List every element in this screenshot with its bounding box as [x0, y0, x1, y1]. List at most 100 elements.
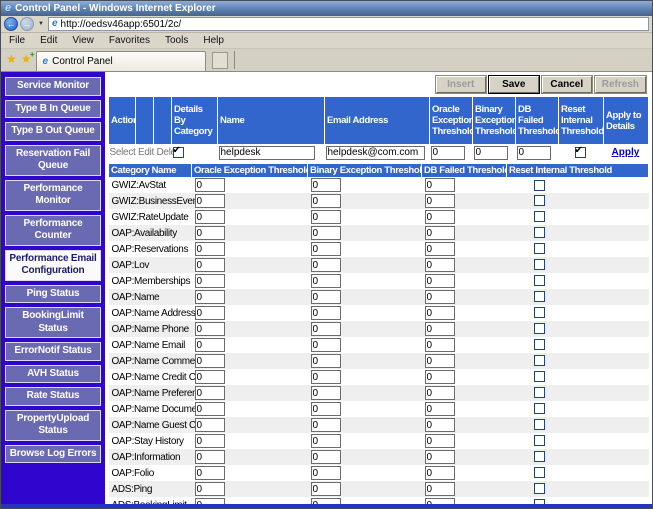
- reset-internal-checkbox[interactable]: [534, 243, 545, 254]
- sidebar-item-avh-status[interactable]: AVH Status: [5, 365, 101, 384]
- reset-internal-checkbox[interactable]: [534, 323, 545, 334]
- reset-internal-checkbox[interactable]: [534, 307, 545, 318]
- reset-internal-checkbox[interactable]: [534, 227, 545, 238]
- oracle-threshold-input[interactable]: [195, 242, 225, 256]
- forward-button[interactable]: →: [20, 17, 34, 31]
- add-favorite-star-icon[interactable]: ★: [21, 53, 32, 65]
- binary-threshold-input[interactable]: [311, 194, 341, 208]
- oracle-threshold-input[interactable]: [195, 274, 225, 288]
- menu-favorites[interactable]: Favorites: [109, 35, 150, 46]
- binary-threshold-input[interactable]: [311, 482, 341, 496]
- db-failed-threshold-input[interactable]: [425, 178, 455, 192]
- reset-internal-checkbox[interactable]: [534, 451, 545, 462]
- sidebar-item-performance-counter[interactable]: Performance Counter: [5, 215, 101, 246]
- db-failed-threshold-input[interactable]: [425, 322, 455, 336]
- db-failed-threshold-input[interactable]: [517, 146, 551, 160]
- reset-internal-checkbox[interactable]: [534, 259, 545, 270]
- reset-internal-checkbox[interactable]: [534, 195, 545, 206]
- binary-threshold-input[interactable]: [311, 242, 341, 256]
- oracle-threshold-input[interactable]: [431, 146, 465, 160]
- oracle-threshold-input[interactable]: [195, 290, 225, 304]
- db-failed-threshold-input[interactable]: [425, 354, 455, 368]
- sidebar-item-reservation-fail-queue[interactable]: Reservation Fail Queue: [5, 145, 101, 176]
- reset-internal-checkbox[interactable]: [575, 147, 586, 158]
- back-button[interactable]: ←: [4, 17, 18, 31]
- oracle-threshold-input[interactable]: [195, 194, 225, 208]
- binary-threshold-input[interactable]: [311, 210, 341, 224]
- oracle-threshold-input[interactable]: [195, 210, 225, 224]
- sidebar-item-ping-status[interactable]: Ping Status: [5, 285, 101, 304]
- save-button[interactable]: Save: [489, 76, 539, 93]
- binary-threshold-input[interactable]: [311, 258, 341, 272]
- oracle-threshold-input[interactable]: [195, 338, 225, 352]
- select-link[interactable]: Select: [110, 147, 136, 158]
- reset-internal-checkbox[interactable]: [534, 371, 545, 382]
- binary-threshold-input[interactable]: [311, 450, 341, 464]
- binary-threshold-input[interactable]: [311, 178, 341, 192]
- sidebar-item-browse-log-errors[interactable]: Browse Log Errors: [5, 445, 101, 464]
- db-failed-threshold-input[interactable]: [425, 306, 455, 320]
- insert-button[interactable]: Insert: [436, 76, 486, 93]
- oracle-threshold-input[interactable]: [195, 482, 225, 496]
- oracle-threshold-input[interactable]: [195, 418, 225, 432]
- db-failed-threshold-input[interactable]: [425, 402, 455, 416]
- apply-link[interactable]: Apply: [612, 147, 640, 158]
- reset-internal-checkbox[interactable]: [534, 180, 545, 191]
- reset-internal-checkbox[interactable]: [534, 419, 545, 430]
- db-failed-threshold-input[interactable]: [425, 370, 455, 384]
- binary-threshold-input[interactable]: [311, 290, 341, 304]
- db-failed-threshold-input[interactable]: [425, 242, 455, 256]
- oracle-threshold-input[interactable]: [195, 354, 225, 368]
- oracle-threshold-input[interactable]: [195, 258, 225, 272]
- db-failed-threshold-input[interactable]: [425, 290, 455, 304]
- reset-internal-checkbox[interactable]: [534, 483, 545, 494]
- refresh-button[interactable]: Refresh: [595, 76, 646, 93]
- db-failed-threshold-input[interactable]: [425, 258, 455, 272]
- binary-threshold-input[interactable]: [311, 306, 341, 320]
- sidebar-item-performance-email-configuration[interactable]: Performance Email Configuration: [5, 250, 101, 281]
- menu-edit[interactable]: Edit: [40, 35, 57, 46]
- tab-control-panel[interactable]: e Control Panel: [36, 51, 206, 71]
- favorites-star-icon[interactable]: ★: [6, 53, 17, 65]
- sidebar-item-errornotif-status[interactable]: ErrorNotif Status: [5, 342, 101, 361]
- address-bar[interactable]: e http://oedsv46app:6501/2c/: [48, 17, 649, 31]
- sidebar-item-bookinglimit-status[interactable]: BookingLimit Status: [5, 307, 101, 338]
- db-failed-threshold-input[interactable]: [425, 450, 455, 464]
- sidebar-item-type-b-out-queue[interactable]: Type B Out Queue: [5, 122, 101, 141]
- oracle-threshold-input[interactable]: [195, 322, 225, 336]
- db-failed-threshold-input[interactable]: [425, 226, 455, 240]
- email-address-input[interactable]: [326, 146, 425, 160]
- db-failed-threshold-input[interactable]: [425, 418, 455, 432]
- menu-tools[interactable]: Tools: [165, 35, 188, 46]
- oracle-threshold-input[interactable]: [195, 306, 225, 320]
- oracle-threshold-input[interactable]: [195, 434, 225, 448]
- db-failed-threshold-input[interactable]: [425, 338, 455, 352]
- reset-internal-checkbox[interactable]: [534, 467, 545, 478]
- oracle-threshold-input[interactable]: [195, 402, 225, 416]
- sidebar-item-performance-monitor[interactable]: Performance Monitor: [5, 180, 101, 211]
- reset-internal-checkbox[interactable]: [534, 291, 545, 302]
- binary-threshold-input[interactable]: [311, 434, 341, 448]
- edit-link[interactable]: Edit: [138, 147, 154, 158]
- binary-threshold-input[interactable]: [311, 322, 341, 336]
- reset-internal-checkbox[interactable]: [534, 211, 545, 222]
- new-tab-stub[interactable]: [212, 52, 228, 69]
- sidebar-item-rate-status[interactable]: Rate Status: [5, 387, 101, 406]
- binary-threshold-input[interactable]: [311, 386, 341, 400]
- reset-internal-checkbox[interactable]: [534, 275, 545, 286]
- sidebar-item-service-monitor[interactable]: Service Monitor: [5, 77, 101, 96]
- reset-internal-checkbox[interactable]: [534, 435, 545, 446]
- binary-threshold-input[interactable]: [311, 354, 341, 368]
- oracle-threshold-input[interactable]: [195, 466, 225, 480]
- oracle-threshold-input[interactable]: [195, 226, 225, 240]
- binary-threshold-input[interactable]: [311, 402, 341, 416]
- binary-threshold-input[interactable]: [311, 226, 341, 240]
- binary-threshold-input[interactable]: [474, 146, 508, 160]
- db-failed-threshold-input[interactable]: [425, 194, 455, 208]
- db-failed-threshold-input[interactable]: [425, 274, 455, 288]
- reset-internal-checkbox[interactable]: [534, 339, 545, 350]
- db-failed-threshold-input[interactable]: [425, 466, 455, 480]
- oracle-threshold-input[interactable]: [195, 386, 225, 400]
- dropdown-caret-icon[interactable]: ▼: [36, 21, 46, 27]
- db-failed-threshold-input[interactable]: [425, 482, 455, 496]
